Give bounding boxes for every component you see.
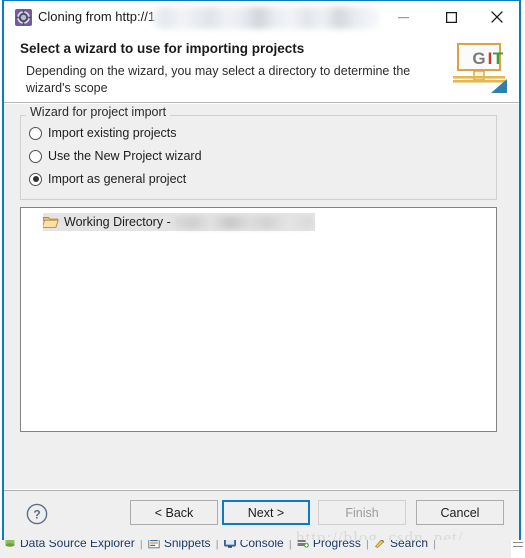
help-icon[interactable]: ? (26, 503, 48, 525)
radio-use-new-project-wizard[interactable]: Use the New Project wizard (29, 147, 202, 165)
radio-indicator[interactable] (29, 172, 42, 186)
group-box-label: Wizard for project import (26, 105, 171, 119)
tree-item-working-directory[interactable]: Working Directory - (41, 213, 315, 231)
radio-import-existing-projects[interactable]: Import existing projects (29, 124, 177, 142)
close-icon[interactable] (474, 1, 520, 33)
view-tab-label: Search (390, 540, 429, 550)
wizard-body: Import existing projects Use the New Pro… (4, 104, 519, 489)
tree-item-label: Working Directory - (64, 215, 171, 229)
directory-tree-panel[interactable]: Working Directory - (20, 207, 497, 432)
svg-text:T: T (493, 49, 504, 68)
eclipse-gear-icon (15, 9, 32, 26)
git-logo: G I T (448, 39, 510, 97)
view-tab-search[interactable]: Search (374, 540, 428, 550)
radio-label: Import as general project (48, 172, 187, 186)
view-tabs[interactable]: Data Source Explorer | Snippets | Consol… (4, 540, 441, 550)
wizard-header: Select a wizard to use for importing pro… (4, 35, 519, 103)
page-description: Depending on the wizard, you may select … (26, 64, 411, 95)
radio-label: Use the New Project wizard (48, 149, 202, 163)
dialog-button-bar: ? < Back Next > Finish Cancel (4, 490, 519, 540)
view-tab-label: Progress (312, 540, 361, 550)
view-tab-label: Snippets (163, 540, 211, 550)
tab-separator: | (433, 540, 437, 550)
window-title: Cloning from http://1 (38, 9, 156, 24)
console-icon (223, 540, 236, 549)
snippets-icon (148, 540, 160, 549)
edge-lines (513, 542, 523, 543)
open-folder-icon (41, 215, 59, 229)
cancel-button[interactable]: Cancel (416, 500, 504, 525)
view-tab-data-source-explorer[interactable]: Data Source Explorer (4, 540, 135, 550)
view-tab-label: Console (239, 540, 284, 550)
clone-wizard-dialog: Cloning from http://1 Select a wizard to… (2, 0, 521, 542)
radio-indicator[interactable] (29, 126, 42, 140)
eclipse-view-tab-strip: Data Source Explorer | Snippets | Consol… (0, 540, 525, 558)
view-tab-progress[interactable]: Progress (297, 540, 361, 550)
title-redaction-blur (152, 7, 380, 29)
svg-text:I: I (488, 49, 493, 68)
minimize-icon[interactable] (380, 1, 426, 33)
view-tab-label: Data Source Explorer (20, 540, 135, 550)
view-tab-snippets[interactable]: Snippets (148, 540, 211, 550)
tab-separator: | (215, 540, 219, 550)
maximize-icon[interactable] (428, 1, 474, 33)
tab-separator: | (365, 540, 369, 550)
svg-text:G: G (472, 49, 485, 68)
page-title: Select a wizard to use for importing pro… (20, 41, 305, 56)
back-button[interactable]: < Back (130, 500, 218, 525)
window-right-edge (511, 540, 525, 558)
search-icon (374, 540, 386, 549)
radio-indicator[interactable] (29, 149, 42, 163)
next-button[interactable]: Next > (222, 500, 310, 525)
database-icon (4, 540, 16, 549)
tab-separator: | (288, 540, 292, 550)
radio-label: Import existing projects (48, 126, 177, 140)
progress-icon (297, 540, 309, 549)
radio-import-as-general-project[interactable]: Import as general project (29, 170, 186, 188)
svg-text:?: ? (33, 508, 40, 522)
title-bar[interactable]: Cloning from http://1 (4, 1, 519, 35)
view-tab-console[interactable]: Console (223, 540, 284, 550)
path-redaction-blur (172, 215, 313, 229)
tab-separator: | (139, 540, 143, 550)
finish-button: Finish (318, 500, 406, 525)
